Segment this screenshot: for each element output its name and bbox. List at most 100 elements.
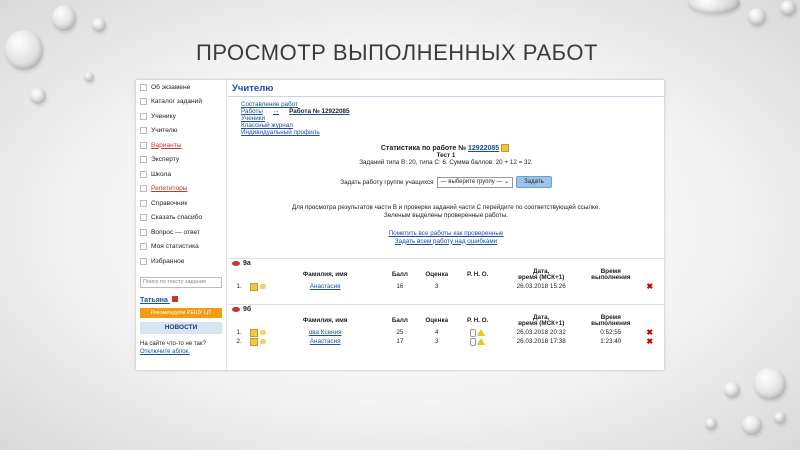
row-number: 1.: [236, 329, 242, 336]
sidebar-item-label: Школа: [151, 170, 172, 178]
sidebar-item[interactable]: Об экзамене: [136, 80, 226, 95]
warning-icon: [477, 338, 486, 345]
nav-works-link[interactable]: Работы: [241, 108, 263, 115]
group-select-value: — выберите группу —: [440, 178, 503, 185]
col-grade: Оценка: [425, 316, 449, 324]
table-header-row: Фамилия, имя Балл Оценка Р. Н. О. Дата, время…: [232, 314, 660, 328]
paperclip-icon[interactable]: [470, 328, 477, 337]
sidebar-item[interactable]: Варианты: [136, 138, 226, 153]
info-line: Зеленым выделены проверенные работы.: [383, 212, 509, 219]
group-header[interactable]: 9a: [228, 258, 664, 268]
col-rno: Р. Н. О.: [466, 270, 489, 278]
comment-icon[interactable]: [259, 284, 266, 289]
paperclip-icon[interactable]: [470, 337, 477, 346]
sidebar-item-label: Сказать спасибо: [151, 214, 203, 222]
arrow-icon: →: [272, 108, 280, 115]
water-drop-decoration: [742, 415, 762, 435]
sidebar-item[interactable]: Избранное: [136, 254, 226, 269]
water-drop-decoration: [5, 30, 43, 70]
edit-icon[interactable]: [501, 144, 510, 152]
sidebar-item-label: Ученику: [151, 112, 176, 120]
col-time-line: выполнения: [591, 274, 631, 281]
student-name-link[interactable]: ова Ксения: [269, 328, 382, 337]
sidebar-item[interactable]: Школа: [136, 167, 226, 182]
col-time: Время выполнения: [582, 314, 639, 328]
water-drop-decoration: [92, 18, 106, 32]
water-drop-decoration: [705, 418, 717, 430]
checkbox-icon: [140, 185, 147, 193]
nav-students-link[interactable]: Ученики: [241, 115, 664, 122]
sidebar-item-label: Эксперту: [151, 156, 180, 164]
table-header-row: Фамилия, имя Балл Оценка Р. Н. О. Дата, время…: [232, 268, 660, 282]
col-date-line: время (МСК+1): [518, 274, 565, 281]
sidebar-item[interactable]: Моя статистика: [136, 240, 226, 255]
water-drop-decoration: [30, 88, 46, 104]
current-work: Работа № 12922085: [289, 108, 350, 115]
checkbox-icon: [140, 83, 147, 91]
assign-label: Задать работу группе учащихся: [340, 178, 434, 186]
checkbox-icon: [140, 127, 147, 135]
col-score: Балл: [391, 316, 408, 324]
adblock-note-text: На сайте что-то не так?: [140, 340, 206, 347]
grade-cell: 3: [435, 283, 439, 290]
news-header: НОВОСТИ: [140, 321, 222, 334]
sidebar-item[interactable]: Каталог заданий: [136, 95, 226, 110]
col-time: Время выполнения: [582, 268, 639, 282]
delete-icon[interactable]: ✖: [646, 328, 653, 337]
nav-compose-link[interactable]: Составление работ: [241, 101, 664, 108]
sidebar-menu: Об экзамене Каталог заданий Ученику Учителю…: [136, 80, 226, 269]
user-name: Татьяна: [140, 296, 168, 304]
sidebar-item-label: Моя статистика: [151, 243, 199, 251]
sidebar-item[interactable]: Вопрос — ответ: [136, 225, 226, 240]
edit-icon[interactable]: [249, 337, 258, 346]
sidebar-item[interactable]: Репетиторы: [136, 182, 226, 197]
row-number: 1.: [236, 283, 242, 290]
mark-all-checked-link[interactable]: Пометить все работы как проверенные: [228, 230, 664, 238]
checkbox-icon: [140, 156, 147, 164]
date-cell: 26.03.2018 15:26: [516, 283, 566, 290]
sidebar-item[interactable]: Справочник: [136, 196, 226, 211]
edit-icon[interactable]: [249, 282, 258, 291]
group-select[interactable]: — выберите группу — ⌄: [436, 176, 514, 188]
group-header[interactable]: 9б: [228, 304, 664, 314]
water-drop-decoration: [688, 0, 740, 14]
date-cell: 26.03.2018 17:38: [516, 338, 566, 345]
adblock-link[interactable]: Отключите аблок.: [140, 349, 190, 355]
nav-journal-link[interactable]: Классный журнал: [241, 122, 664, 129]
checkbox-icon: [140, 243, 147, 251]
col-rno: Р. Н. О.: [466, 316, 489, 324]
checkbox-icon: [140, 257, 147, 265]
nav-profile-link[interactable]: Индивидуальный профиль: [241, 129, 664, 136]
delete-icon[interactable]: ✖: [646, 337, 653, 346]
assign-errors-link[interactable]: Задать всем работу над ошибками: [228, 238, 664, 246]
breadcrumb: Работы → Работа № 12922085: [241, 108, 664, 115]
checkbox-icon: [140, 141, 147, 149]
sidebar-item[interactable]: Эксперту: [136, 153, 226, 168]
rno-cell: [455, 282, 500, 291]
sidebar-item[interactable]: Сказать спасибо: [136, 211, 226, 226]
recommend-banner[interactable]: Рекомендуем РЕШУ ЦТ: [140, 307, 222, 318]
student-name-link[interactable]: Анастасия: [269, 282, 382, 291]
edit-icon[interactable]: [249, 328, 258, 337]
page-title: Учителю: [228, 80, 664, 97]
checkbox-icon: [140, 199, 147, 207]
search-input[interactable]: Поиск по тексту задания: [140, 276, 222, 288]
comment-icon[interactable]: [259, 339, 266, 344]
sidebar-item-label: Варианты: [151, 141, 182, 149]
info-line: Для просмотра результатов части B и пров…: [291, 204, 601, 211]
sidebar-item[interactable]: Учителю: [136, 124, 226, 139]
comment-icon[interactable]: [259, 330, 266, 335]
delete-icon[interactable]: ✖: [646, 282, 653, 291]
work-number-link[interactable]: 12922085: [468, 145, 499, 152]
col-name: Фамилия, имя: [302, 270, 348, 278]
user-link[interactable]: Татьяна: [140, 295, 222, 304]
assign-button[interactable]: Задать: [516, 176, 552, 188]
sidebar: Об экзамене Каталог заданий Ученику Учителю…: [136, 80, 227, 370]
sidebar-item-label: Каталог заданий: [151, 98, 203, 106]
sidebar-item[interactable]: Ученику: [136, 109, 226, 124]
score-cell: 17: [396, 338, 404, 345]
col-grade: Оценка: [425, 270, 449, 278]
col-date: Дата, время (МСК+1): [500, 268, 582, 282]
eye-icon: [232, 307, 240, 312]
student-name-link[interactable]: Анастасия: [269, 337, 382, 346]
